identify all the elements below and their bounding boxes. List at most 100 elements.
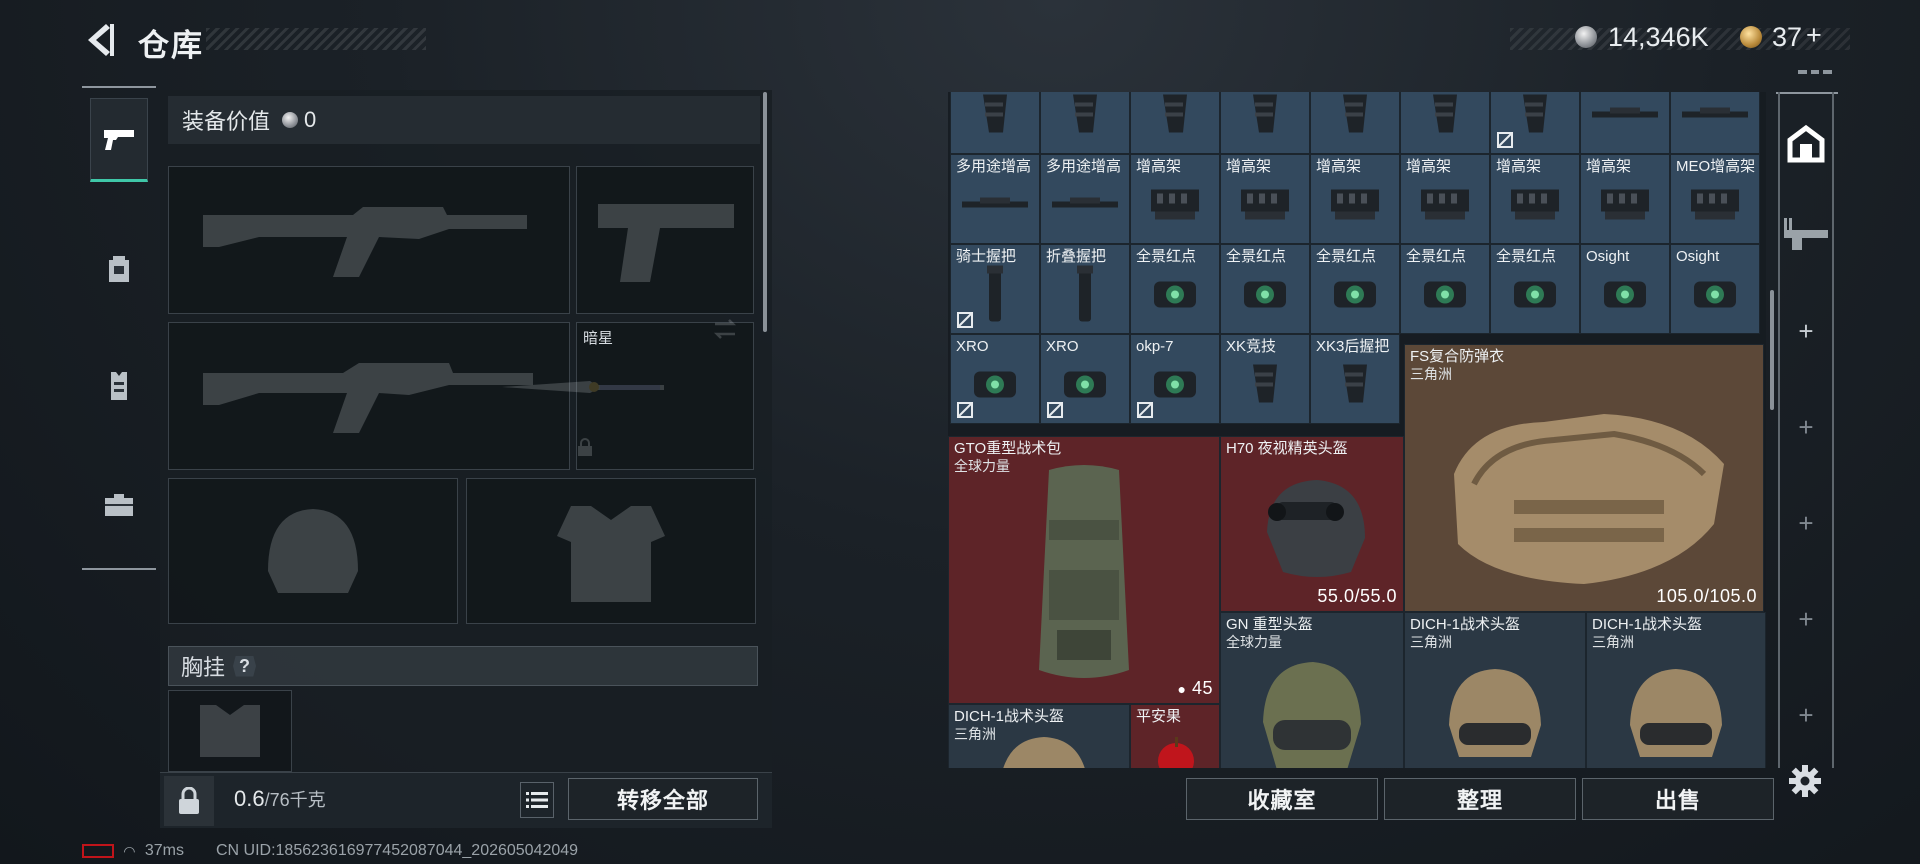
add-stash-page-button[interactable]: +: [1778, 700, 1834, 731]
sort-button[interactable]: 整理: [1384, 778, 1576, 820]
armor-slot[interactable]: [466, 478, 756, 624]
title-decoration: [206, 28, 426, 50]
stash-item-cell[interactable]: [1490, 92, 1580, 154]
grip-icon: [1155, 92, 1195, 142]
gold-add-button[interactable]: +: [1806, 20, 1822, 51]
primary-weapon-slot[interactable]: [168, 166, 570, 314]
item-name: MEO增高架: [1676, 158, 1756, 175]
stash-item-cell[interactable]: Osight: [1580, 244, 1670, 334]
lock-icon: [179, 787, 199, 814]
stash-item-cell[interactable]: 全景红点: [1310, 244, 1400, 334]
helmet-item-dich-2[interactable]: DICH-1战术头盔 三角洲: [1586, 612, 1766, 768]
stash-scrollbar[interactable]: [1770, 290, 1774, 410]
helmet-item-dich-1[interactable]: DICH-1战术头盔 三角洲: [1404, 612, 1586, 768]
stash-item-cell[interactable]: XK竞技: [1220, 334, 1310, 424]
stash-item-cell[interactable]: [1130, 92, 1220, 154]
stash-item-cell[interactable]: XK3后握把: [1310, 334, 1400, 424]
item-brand: 三角洲: [1410, 366, 1452, 382]
helmet-slot[interactable]: [168, 478, 458, 624]
weapon-rack-icon[interactable]: [1784, 216, 1828, 252]
apple-icon: [1158, 737, 1194, 768]
weight-current: 0.6: [234, 786, 265, 811]
helmet-item-gn[interactable]: GN 重型头盔 全球力量: [1220, 612, 1404, 768]
add-stash-page-button[interactable]: +: [1778, 412, 1834, 443]
stash-item-cell[interactable]: [1310, 92, 1400, 154]
list-view-button[interactable]: [520, 782, 554, 818]
stash-item-cell[interactable]: 折叠握把: [1040, 244, 1130, 334]
stash-item-cell[interactable]: 增高架: [1220, 154, 1310, 244]
stash-item-cell[interactable]: 全景红点: [1490, 244, 1580, 334]
stash-item-cell[interactable]: [1400, 92, 1490, 154]
stash-item-cell[interactable]: 增高架: [1130, 154, 1220, 244]
stash-item-cell[interactable]: MEO增高架: [1670, 154, 1760, 244]
no-sell-icon: [1046, 401, 1064, 419]
stash-item-cell[interactable]: 增高架: [1400, 154, 1490, 244]
riser-icon: [1327, 184, 1383, 229]
riser-icon: [1237, 184, 1293, 229]
apple-item[interactable]: 平安果: [1130, 704, 1220, 768]
add-stash-page-button[interactable]: +: [1778, 316, 1834, 347]
item-name: 增高架: [1226, 158, 1272, 175]
melee-name: 暗星: [583, 330, 614, 347]
tab-toolbox[interactable]: [90, 462, 148, 546]
stash-item-cell[interactable]: 重塔握把: [1040, 92, 1130, 154]
riser-icon: [1507, 184, 1563, 229]
rail-icon: [1590, 104, 1660, 129]
tab-vest[interactable]: [90, 344, 148, 428]
storage-home-icon[interactable]: [1786, 124, 1826, 164]
stash-item-cell[interactable]: okp-7: [1130, 334, 1220, 424]
equipment-scrollbar[interactable]: [763, 92, 767, 332]
stash-item-cell[interactable]: [1220, 92, 1310, 154]
stash-item-cell[interactable]: 多用途增高: [1040, 154, 1130, 244]
riser-icon: [1417, 184, 1473, 229]
stash-item-cell[interactable]: 多用途增高: [950, 154, 1040, 244]
item-name: 全景红点: [1496, 248, 1557, 265]
armor-item-fs[interactable]: FS复合防弹衣 三角洲 105.0/105.0: [1404, 344, 1764, 612]
add-stash-page-button[interactable]: +: [1778, 508, 1834, 539]
stash-item-cell[interactable]: 全景红点: [1220, 244, 1310, 334]
helmet-item-h70[interactable]: H70 夜视精英头盔 55.0/55.0: [1220, 436, 1404, 612]
equipment-value: 0: [304, 107, 317, 132]
settings-gear-icon[interactable]: [1788, 764, 1822, 798]
add-stash-page-button[interactable]: +: [1778, 604, 1834, 635]
stash-item-cell[interactable]: 全景红点: [1130, 244, 1220, 334]
sell-button[interactable]: 出售: [1582, 778, 1774, 820]
pistol-icon: [104, 130, 134, 150]
swap-icon[interactable]: [713, 318, 737, 340]
collection-room-button[interactable]: 收藏室: [1186, 778, 1378, 820]
stash-item-cell[interactable]: XRO: [1040, 334, 1130, 424]
item-durability: 105.0/105.0: [1656, 586, 1757, 606]
stash-item-cell[interactable]: [1670, 92, 1760, 154]
sidearm-slot[interactable]: [576, 166, 754, 314]
safe-box-button[interactable]: [164, 776, 214, 826]
gold-coin-icon: [1740, 26, 1762, 48]
stash-item-cell[interactable]: Osight: [1670, 244, 1760, 334]
chest-rig-slot[interactable]: [168, 690, 292, 772]
stash-item-cell[interactable]: 增高架: [1490, 154, 1580, 244]
stash-item-cell[interactable]: [1580, 92, 1670, 154]
heavy-helmet-icon: [1263, 662, 1361, 768]
melee-slot[interactable]: 暗星: [502, 319, 754, 470]
silver-coin-icon: [282, 112, 299, 128]
item-name: XK竞技: [1226, 338, 1277, 355]
stash-item-cell[interactable]: 增高架: [1580, 154, 1670, 244]
back-button[interactable]: [80, 22, 116, 58]
tab-backpack[interactable]: [90, 226, 148, 310]
helmet-item-dich-3[interactable]: DICH-1战术头盔 三角洲: [948, 704, 1130, 768]
lock-icon: [578, 438, 592, 456]
rifle-silhouette-icon: [203, 363, 533, 433]
bag-item-gto[interactable]: GTO重型战术包 全球力量 ● 45: [948, 436, 1220, 704]
item-name: GTO重型战术包: [954, 440, 1062, 457]
stash-item-cell[interactable]: 全景红点: [1400, 244, 1490, 334]
tab-weapons[interactable]: [90, 98, 148, 182]
chest-rig-help-button[interactable]: ?: [233, 655, 257, 677]
transfer-all-button[interactable]: 转移全部: [568, 778, 758, 820]
sight-icon: [970, 364, 1020, 409]
stash-item-cell[interactable]: 骑士握把: [950, 244, 1040, 334]
stash-item-cell[interactable]: [950, 92, 1040, 154]
item-name: DICH-1战术头盔: [1592, 616, 1703, 633]
stash-item-cell[interactable]: XRO: [950, 334, 1040, 424]
sight-icon: [1420, 274, 1470, 319]
stash-item-cell[interactable]: 增高架: [1310, 154, 1400, 244]
body-armor-icon: [1454, 414, 1724, 585]
